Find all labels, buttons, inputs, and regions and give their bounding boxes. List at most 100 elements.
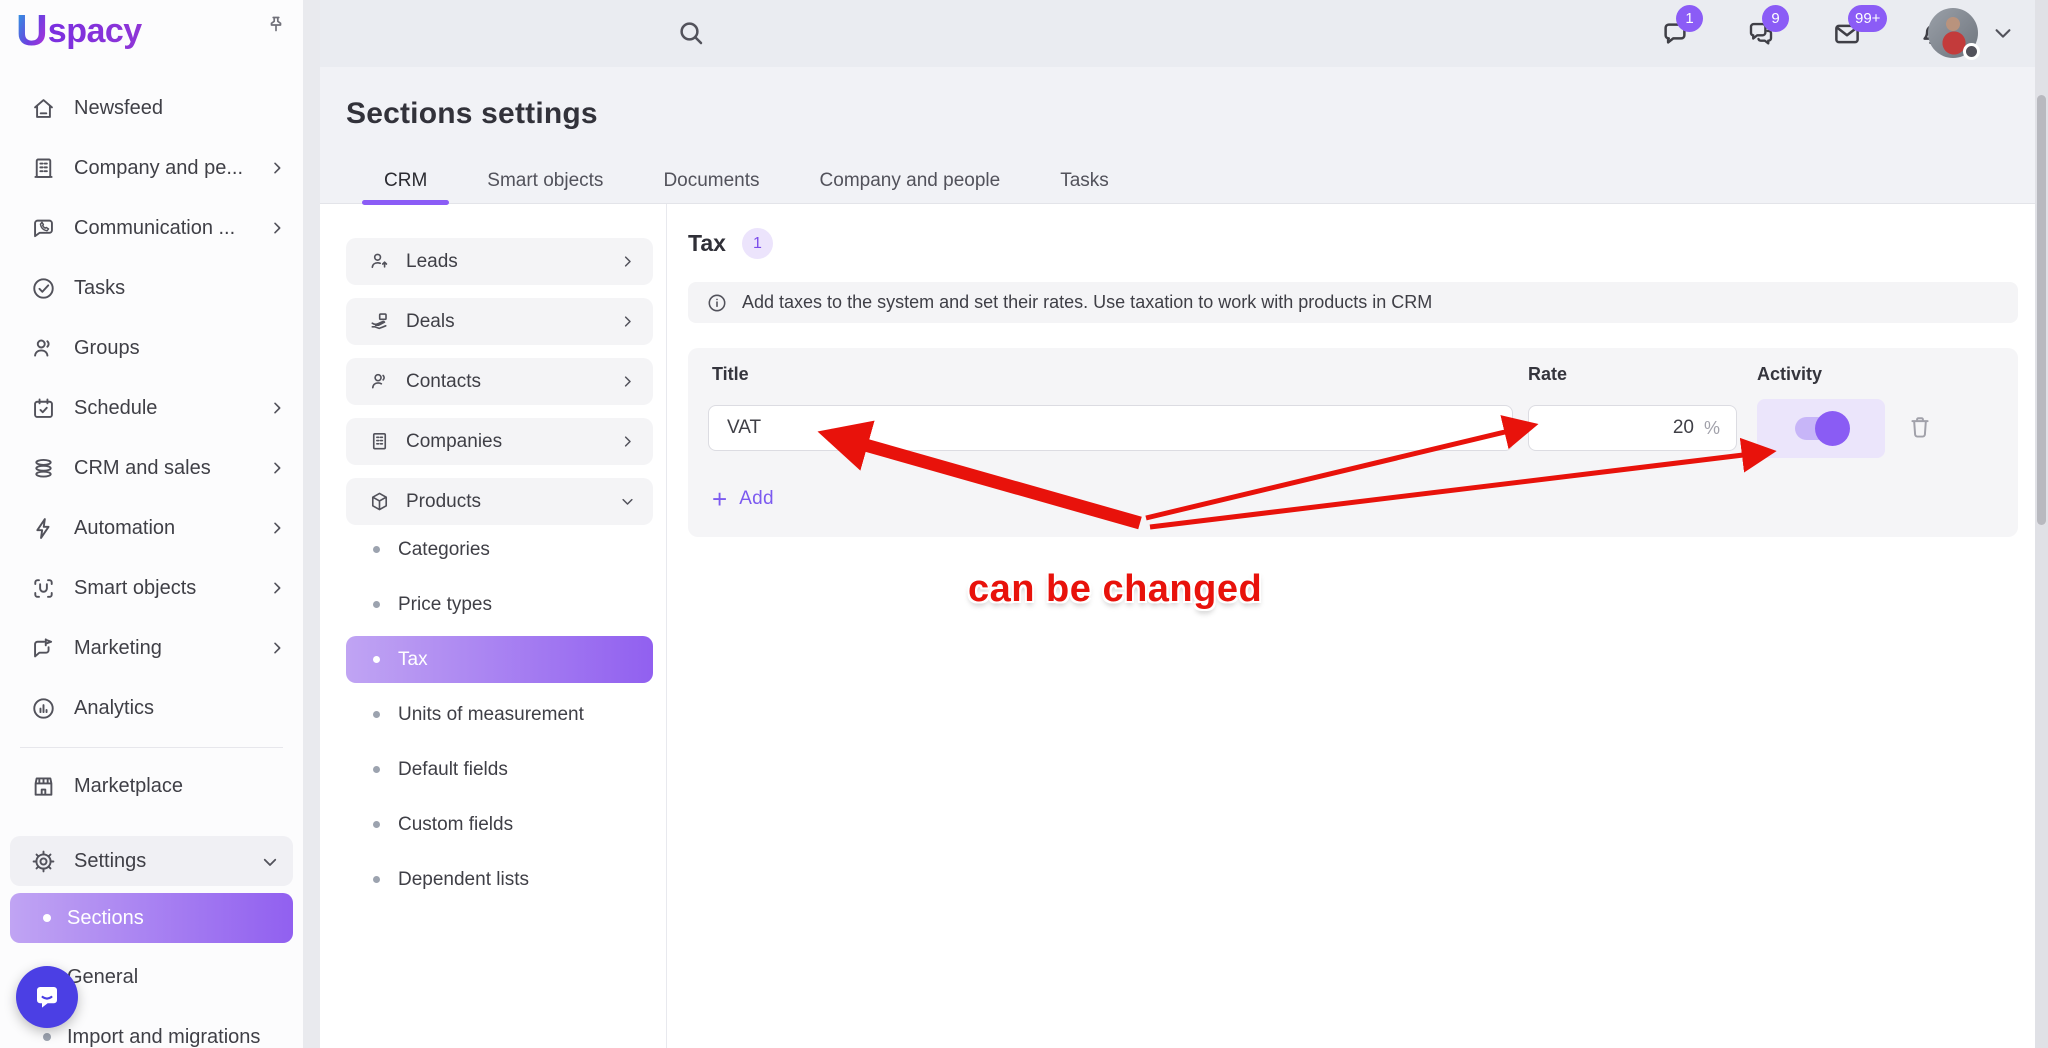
bullet-icon — [373, 766, 380, 773]
chat-icon[interactable]: 1 — [1660, 19, 1690, 49]
subnav-item-categories[interactable]: Categories — [346, 522, 653, 577]
subnav-item-label: Price types — [398, 594, 492, 616]
home-icon — [30, 95, 57, 122]
group-chats-icon[interactable]: 9 — [1746, 19, 1776, 49]
add-tax-button[interactable]: + Add — [712, 486, 774, 512]
sidebar-item-settings[interactable]: Settings — [10, 836, 293, 886]
sidebar-item-label: Smart objects — [74, 577, 269, 600]
tab-bar: CRM Smart objects Documents Company and … — [354, 159, 1139, 203]
chevron-right-icon — [269, 460, 285, 476]
sidebar-item-label: CRM and sales — [74, 457, 269, 480]
avatar-status-dot — [1963, 43, 1980, 60]
content-area: Leads Deals Contacts Companies Products — [320, 204, 2035, 1048]
subnav-item-label: Custom fields — [398, 814, 513, 836]
subnav-item-dependent-lists[interactable]: Dependent lists — [346, 852, 653, 907]
sidebar-item-label: Newsfeed — [74, 97, 285, 120]
rate-percent-suffix: % — [1704, 418, 1720, 439]
subnav-item-price-types[interactable]: Price types — [346, 577, 653, 632]
chevron-right-icon — [620, 314, 635, 329]
activity-toggle[interactable] — [1795, 417, 1847, 440]
sidebar-item-label: Groups — [74, 337, 285, 360]
sidebar-item-analytics[interactable]: Analytics — [0, 678, 303, 738]
chevron-down-icon — [620, 494, 635, 509]
gear-icon — [30, 848, 57, 875]
page-header: Sections settings CRM Smart objects Docu… — [320, 67, 2035, 204]
page-title: Sections settings — [346, 97, 598, 131]
subnav-item-label: Products — [406, 491, 620, 513]
sidebar-item-newsfeed[interactable]: Newsfeed — [0, 78, 303, 138]
bullet-icon — [43, 1033, 51, 1041]
tab-documents[interactable]: Documents — [633, 159, 789, 203]
lead-icon — [368, 250, 391, 273]
tax-info-text: Add taxes to the system and set their ra… — [742, 292, 1432, 313]
tax-rate-input[interactable]: 20 % — [1528, 405, 1737, 451]
delete-tax-button[interactable] — [1906, 413, 1934, 441]
tax-count-badge: 1 — [742, 228, 773, 259]
subnav-item-custom-fields[interactable]: Custom fields — [346, 797, 653, 852]
sidebar-item-crm-and-sales[interactable]: CRM and sales — [0, 438, 303, 498]
tab-crm[interactable]: CRM — [354, 159, 457, 203]
sidebar-item-marketplace[interactable]: Marketplace — [0, 756, 303, 816]
bullet-icon — [373, 711, 380, 718]
calendar-icon — [30, 395, 57, 422]
sidebar-item-label: Communication ... — [74, 217, 269, 240]
bullet-icon — [373, 601, 380, 608]
subnav-item-tax[interactable]: Tax — [346, 636, 653, 683]
page-scrollbar — [2035, 0, 2048, 1048]
app-window: Uspacy Newsfeed Company and pe... Commun… — [0, 0, 2048, 1048]
avatar[interactable] — [1928, 8, 1978, 58]
chevron-right-icon — [269, 400, 285, 416]
subnav-item-contacts[interactable]: Contacts — [346, 358, 653, 405]
group-chats-badge: 9 — [1762, 5, 1789, 32]
people-icon — [30, 335, 57, 362]
tab-smart-objects[interactable]: Smart objects — [457, 159, 633, 203]
content-divider — [666, 204, 667, 1048]
analytics-icon — [30, 695, 57, 722]
sidebar-item-label: Sections — [67, 907, 144, 930]
annotation-text: can be changed — [968, 568, 1262, 611]
sidebar-item-automation[interactable]: Automation — [0, 498, 303, 558]
subnav-item-companies[interactable]: Companies — [346, 418, 653, 465]
lightning-icon — [30, 515, 57, 542]
sidebar-item-label: Automation — [74, 517, 269, 540]
subnav-item-units-of-measurement[interactable]: Units of measurement — [346, 687, 653, 742]
chevron-right-icon — [269, 520, 285, 536]
sidebar-item-label: General — [67, 966, 138, 989]
subnav-item-products[interactable]: Products — [346, 478, 653, 525]
products-children: Categories Price types Tax Units of meas… — [346, 522, 653, 907]
bullet-icon — [373, 821, 380, 828]
tab-company-and-people[interactable]: Company and people — [790, 159, 1031, 203]
chat-badge: 1 — [1676, 5, 1703, 32]
mail-icon[interactable]: 99+ — [1832, 19, 1862, 49]
pin-sidebar-icon[interactable] — [264, 13, 288, 37]
subnav-item-label: Dependent lists — [398, 869, 529, 891]
subnav-item-label: Units of measurement — [398, 704, 584, 726]
profile-chevron-down-icon[interactable] — [1992, 22, 2014, 44]
sidebar-item-schedule[interactable]: Schedule — [0, 378, 303, 438]
sidebar-item-tasks[interactable]: Tasks — [0, 258, 303, 318]
tab-tasks[interactable]: Tasks — [1030, 159, 1139, 203]
sidebar-item-label: Schedule — [74, 397, 269, 420]
tax-title-input[interactable] — [708, 405, 1513, 451]
profile-area — [1928, 8, 2014, 58]
subnav-item-deals[interactable]: Deals — [346, 298, 653, 345]
sidebar-item-marketing[interactable]: Marketing — [0, 618, 303, 678]
sidebar-item-communication[interactable]: Communication ... — [0, 198, 303, 258]
sidebar-item-smart-objects[interactable]: Smart objects — [0, 558, 303, 618]
chat-launcher-button[interactable] — [16, 966, 78, 1028]
column-label-title: Title — [712, 364, 749, 385]
subnav-item-leads[interactable]: Leads — [346, 238, 653, 285]
sidebar-item-groups[interactable]: Groups — [0, 318, 303, 378]
column-label-rate: Rate — [1528, 364, 1567, 385]
subnav-item-default-fields[interactable]: Default fields — [346, 742, 653, 797]
uspacy-logo[interactable]: Uspacy — [16, 6, 142, 56]
logo-wordmark: spacy — [48, 12, 142, 51]
sidebar-item-company-and-people[interactable]: Company and pe... — [0, 138, 303, 198]
chevron-right-icon — [269, 220, 285, 236]
subnav-item-label: Contacts — [406, 371, 620, 393]
sidebar-item-sections[interactable]: Sections — [10, 893, 293, 943]
search-icon[interactable] — [676, 18, 706, 48]
scrollbar-thumb[interactable] — [2037, 95, 2046, 525]
tax-heading: Tax — [688, 230, 726, 257]
chevron-right-icon — [620, 434, 635, 449]
